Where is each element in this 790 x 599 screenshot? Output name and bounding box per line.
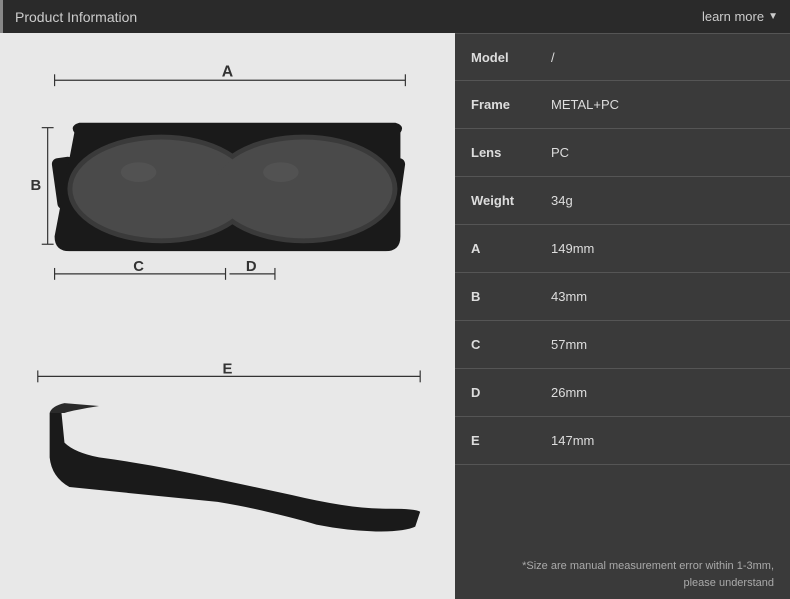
spec-val: 149mm (551, 241, 594, 256)
spec-key: C (471, 337, 551, 352)
specs-panel: Model / Frame METAL+PC Lens PC Weight 34… (455, 33, 790, 599)
spec-val: / (551, 50, 555, 65)
spec-key: B (471, 289, 551, 304)
specs-table: Model / Frame METAL+PC Lens PC Weight 34… (455, 33, 790, 550)
main-content: A B (0, 33, 790, 599)
spec-val: METAL+PC (551, 97, 619, 112)
learn-more-button[interactable]: learn more ▼ (702, 9, 778, 24)
spec-val: 43mm (551, 289, 587, 304)
spec-key: E (471, 433, 551, 448)
learn-more-label: learn more (702, 9, 764, 24)
spec-val: 26mm (551, 385, 587, 400)
spec-val: PC (551, 145, 569, 160)
spec-row-d: D 26mm (455, 369, 790, 417)
spec-row-b: B 43mm (455, 273, 790, 321)
spec-row-weight: Weight 34g (455, 177, 790, 225)
spec-val: 34g (551, 193, 573, 208)
spec-key: A (471, 241, 551, 256)
svg-text:E: E (223, 361, 233, 377)
spec-key: D (471, 385, 551, 400)
spec-row-c: C 57mm (455, 321, 790, 369)
svg-text:B: B (30, 178, 41, 194)
spec-row-lens: Lens PC (455, 129, 790, 177)
spec-key: Weight (471, 193, 551, 208)
svg-text:C: C (133, 259, 144, 275)
spec-key: Lens (471, 145, 551, 160)
front-view-diagram: A B (20, 43, 435, 321)
spec-row-frame: Frame METAL+PC (455, 81, 790, 129)
dropdown-arrow-icon: ▼ (768, 11, 778, 22)
spec-row-e: E 147mm (455, 417, 790, 465)
svg-text:D: D (246, 259, 257, 275)
svg-text:A: A (222, 63, 233, 80)
spec-val: 147mm (551, 433, 594, 448)
spec-val: 57mm (551, 337, 587, 352)
page-title: Product Information (15, 9, 137, 25)
spec-key: Frame (471, 97, 551, 112)
page-header: Product Information learn more ▼ (0, 0, 790, 33)
diagram-panel: A B (0, 33, 455, 599)
spec-key: Model (471, 50, 551, 65)
side-view-diagram: E (20, 311, 435, 589)
spec-note: *Size are manual measurement error withi… (455, 550, 790, 599)
spec-row-model: Model / (455, 33, 790, 81)
spec-row-a: A 149mm (455, 225, 790, 273)
